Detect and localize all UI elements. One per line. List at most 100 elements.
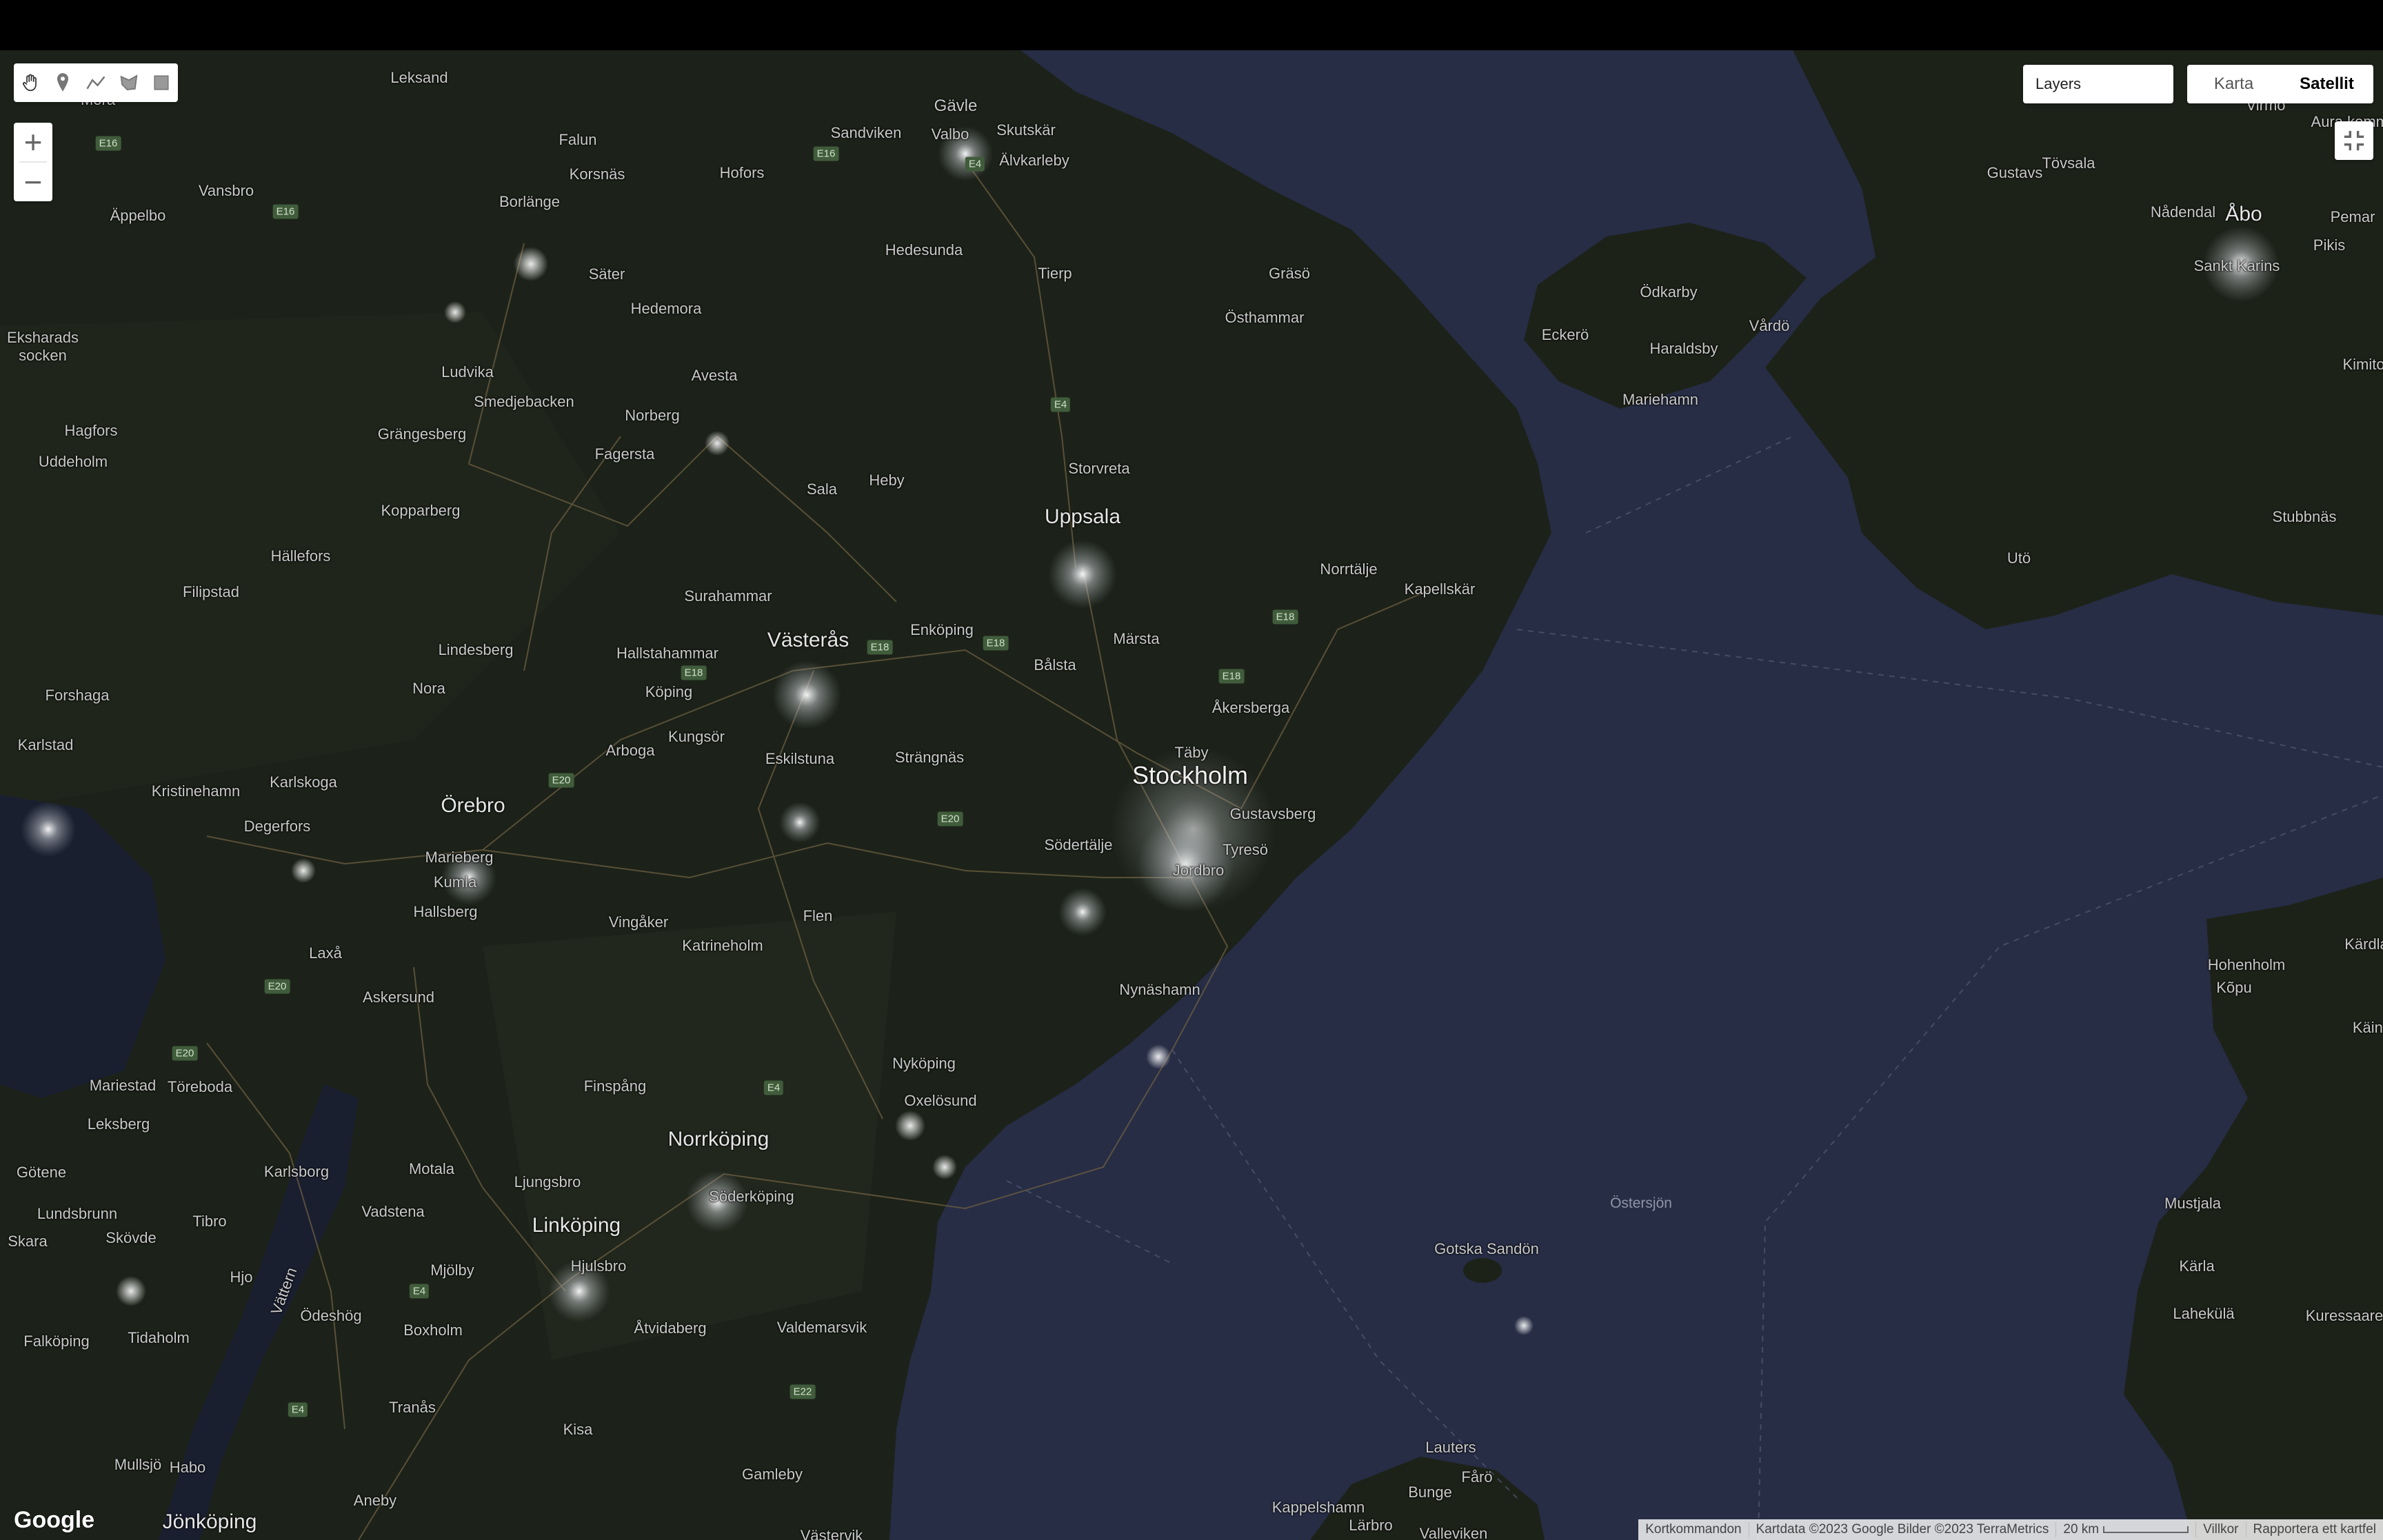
place-label: Gotska Sandön (1434, 1240, 1539, 1257)
place-label: Mariestad (89, 1077, 157, 1094)
satellite-map[interactable]: Stockholm Uppsala Västerås Örebro Norrkö… (0, 50, 2383, 1540)
map-type-karta-button[interactable]: Karta (2187, 65, 2280, 103)
place-label: Arboga (605, 742, 655, 759)
road-shield: E16 (272, 204, 299, 219)
place-label: Ljungsbro (514, 1173, 581, 1191)
zoom-control: + − (14, 123, 52, 201)
place-label: Kristinehamn (151, 782, 241, 800)
road-shield: E22 (790, 1384, 816, 1399)
place-label: Avesta (691, 367, 738, 384)
place-label: Finspång (583, 1077, 647, 1095)
place-label: Valleviken (1419, 1525, 1488, 1540)
attribution-bar: Kortkommandon Kartdata ©2023 Google Bild… (1638, 1519, 2383, 1540)
road-shield: E4 (288, 1402, 308, 1417)
road-shield: E20 (264, 979, 290, 994)
place-label: Valbo (931, 125, 969, 143)
place-label: Hallsberg (413, 903, 478, 920)
place-label: Korsnäs (569, 165, 625, 183)
place-label: Lärbro (1349, 1517, 1393, 1534)
place-label: Köping (645, 683, 693, 700)
place-label: Lauters (1425, 1439, 1476, 1456)
place-label: Borlänge (499, 193, 561, 210)
zoom-in-button[interactable]: + (14, 123, 52, 161)
place-label: Nyköping (892, 1055, 956, 1072)
marker-icon[interactable] (47, 63, 80, 102)
place-label: Kisa (563, 1421, 593, 1438)
rectangle-icon[interactable] (145, 63, 178, 102)
place-label: Söderköping (709, 1188, 794, 1205)
polygon-icon[interactable] (112, 63, 145, 102)
map-data-attribution: Kartdata ©2023 Google Bilder ©2023 Terra… (1749, 1522, 2057, 1537)
hand-icon[interactable] (14, 63, 47, 102)
place-label: Falköping (23, 1333, 90, 1350)
place-label: Sandviken (830, 124, 902, 141)
place-label: Norrtälje (1320, 560, 1378, 578)
scale-indicator[interactable]: 20 km (2056, 1522, 2197, 1537)
scale-bar (2103, 1526, 2189, 1533)
place-label: Fårö (1461, 1468, 1493, 1486)
place-label: Nådendal (2150, 203, 2216, 221)
place-label: Eksharads socken (7, 329, 79, 364)
place-label: Kimito (2342, 356, 2383, 373)
place-label: Vadstena (361, 1203, 425, 1220)
place-label: Uddeholm (38, 453, 108, 470)
place-label: Ludvika (441, 363, 494, 381)
place-label: Linköping (532, 1214, 621, 1237)
google-logo: Google (14, 1507, 95, 1533)
place-label: Sankt Karins (2193, 257, 2280, 274)
place-label: Tranås (389, 1399, 436, 1416)
place-label: Kõpu (2216, 979, 2252, 996)
layers-dropdown[interactable]: Layers (2023, 65, 2173, 103)
road-shield: E18 (1218, 669, 1245, 684)
place-label: Valdemarsvik (776, 1319, 867, 1336)
place-label: Stockholm (1132, 761, 1249, 789)
place-label: Fagersta (594, 445, 655, 463)
place-label: Lindesberg (438, 641, 514, 658)
place-label: Smedjebacken (474, 393, 574, 410)
road-shield: E18 (867, 640, 893, 655)
place-label: Bunge (1408, 1483, 1452, 1501)
place-label: Habo (169, 1459, 206, 1476)
place-label: Nora (412, 680, 445, 697)
place-label: Vårdö (1749, 317, 1790, 334)
place-label: Tierp (1038, 265, 1072, 282)
place-label: Hjo (230, 1268, 253, 1286)
road-shield: E20 (172, 1046, 198, 1061)
place-label: Karlstad (17, 736, 74, 753)
zoom-out-button[interactable]: − (14, 163, 52, 201)
terms-link[interactable]: Villkor (2196, 1522, 2246, 1537)
road-shield: E20 (937, 811, 963, 827)
road-shield: E16 (813, 146, 839, 161)
place-label: Grängesberg (377, 425, 467, 443)
place-label: Ödkarby (1640, 283, 1698, 301)
place-label: Tyresö (1222, 841, 1269, 858)
place-label: Mariehamn (1622, 391, 1699, 408)
place-label: Oxelösund (904, 1092, 977, 1109)
road-shield: E20 (548, 773, 574, 788)
line-icon[interactable] (79, 63, 112, 102)
keyboard-shortcuts-link[interactable]: Kortkommandon (1638, 1522, 1749, 1537)
fullscreen-button[interactable] (2335, 121, 2373, 160)
place-label: Eckerö (1541, 326, 1589, 343)
place-label: Karlskoga (270, 773, 337, 791)
exit-fullscreen-icon (2344, 130, 2364, 151)
place-label: Västervik (800, 1527, 863, 1540)
place-label: Nynäshamn (1119, 981, 1200, 998)
road-shield: E4 (965, 156, 985, 172)
road-shield: E4 (763, 1080, 784, 1095)
place-label: Vingåker (608, 913, 669, 931)
place-label: Gräsö (1269, 265, 1310, 282)
place-label: Filipstad (183, 583, 239, 600)
place-label: Kappelshamn (1271, 1499, 1365, 1516)
place-label: Aneby (353, 1492, 397, 1509)
report-error-link[interactable]: Rapportera ett kartfel (2246, 1522, 2383, 1537)
place-label: Gävle (934, 97, 978, 115)
road-shield: E4 (1050, 397, 1071, 412)
place-label: Askersund (363, 989, 434, 1006)
place-label: Surahammar (684, 587, 772, 605)
place-label: Skövde (105, 1229, 157, 1246)
place-label: Hedemora (630, 300, 702, 317)
place-label: Stubbnäs (2272, 508, 2337, 525)
place-label: Täby (1174, 744, 1209, 761)
map-type-satellite-button[interactable]: Satellit (2280, 65, 2373, 103)
